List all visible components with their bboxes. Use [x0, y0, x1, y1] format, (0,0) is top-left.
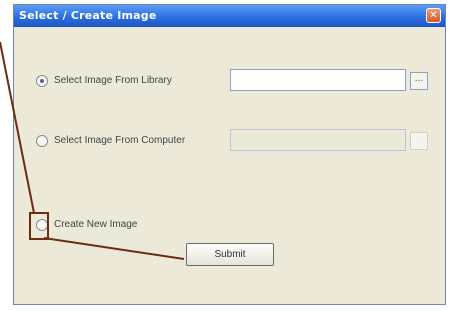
callout-box [29, 212, 49, 240]
callout-line-top [0, 41, 35, 214]
callout-line-bottom [43, 237, 185, 260]
callout-overlay [0, 41, 185, 260]
